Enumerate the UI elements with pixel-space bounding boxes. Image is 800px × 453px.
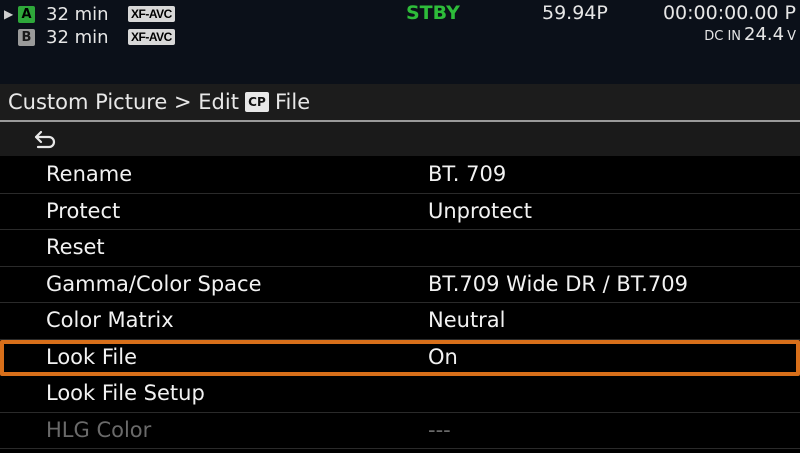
menu-breadcrumb: Custom Picture > Edit CP File (0, 84, 800, 122)
slot-a-badge: A (18, 5, 35, 23)
back-button[interactable] (0, 122, 800, 156)
menu-item-label: Color Matrix (46, 308, 174, 332)
menu-item-label: Look File (46, 344, 138, 369)
menu-item-value: On (428, 344, 458, 369)
menu-item-look-file-setup[interactable]: Look File Setup (0, 376, 800, 413)
menu-item-label: Look File Setup (46, 381, 205, 405)
menu-item-value: BT.709 Wide DR / BT.709 (428, 271, 688, 296)
menu-item-gamma-color-space[interactable]: Gamma/Color Space BT.709 Wide DR / BT.70… (0, 267, 800, 303)
menu-item-look-file[interactable]: Look File On (0, 339, 800, 376)
slot-b-remaining-time: 32 min (46, 26, 109, 48)
power-status: DC IN 24.4 V (704, 24, 796, 45)
power-source-label: DC IN (704, 29, 742, 44)
menu-item-value: Unprotect (428, 198, 532, 223)
cp-icon: CP (244, 92, 269, 112)
menu-item-color-matrix[interactable]: Color Matrix Neutral (0, 303, 800, 340)
slot-b-codec: XF-AVC (128, 29, 175, 45)
frame-rate: 59.94P (542, 2, 608, 24)
status-bar: ▶ A 32 min XF-AVC B 32 min XF-AVC STBY 5… (0, 0, 800, 84)
active-slot-arrow-icon: ▶ (4, 7, 14, 21)
slot-b-badge: B (18, 28, 35, 46)
menu-item-label: Rename (46, 162, 133, 186)
menu-item-reset[interactable]: Reset (0, 230, 800, 267)
media-slot-b: B 32 min XF-AVC (4, 26, 175, 48)
timecode: 00:00:00.00 P (662, 2, 796, 24)
breadcrumb-path: Custom Picture > Edit (8, 90, 239, 114)
menu-item-label: HLG Color (46, 417, 152, 442)
power-voltage: 24.4 (744, 24, 785, 45)
menu-item-value: BT. 709 (428, 162, 507, 186)
media-slot-a: ▶ A 32 min XF-AVC (4, 3, 175, 25)
menu-item-value: Neutral (428, 308, 506, 332)
menu-item-label: Reset (46, 235, 105, 259)
menu-item-rename[interactable]: Rename BT. 709 (0, 157, 800, 194)
return-arrow-icon (34, 130, 56, 149)
menu-list: Rename BT. 709 Protect Unprotect Reset G… (0, 157, 800, 449)
menu-item-hlg-color: HLG Color --- (0, 413, 800, 449)
menu-item-label: Gamma/Color Space (46, 271, 262, 296)
slot-a-codec: XF-AVC (128, 6, 175, 22)
menu-item-value: --- (428, 417, 451, 442)
breadcrumb-current: File (274, 90, 311, 114)
menu-item-label: Protect (46, 198, 121, 223)
slot-a-remaining-time: 32 min (46, 3, 109, 25)
power-voltage-unit: V (787, 29, 796, 44)
recording-mode-status: STBY (406, 2, 460, 24)
menu-item-protect[interactable]: Protect Unprotect (0, 194, 800, 230)
